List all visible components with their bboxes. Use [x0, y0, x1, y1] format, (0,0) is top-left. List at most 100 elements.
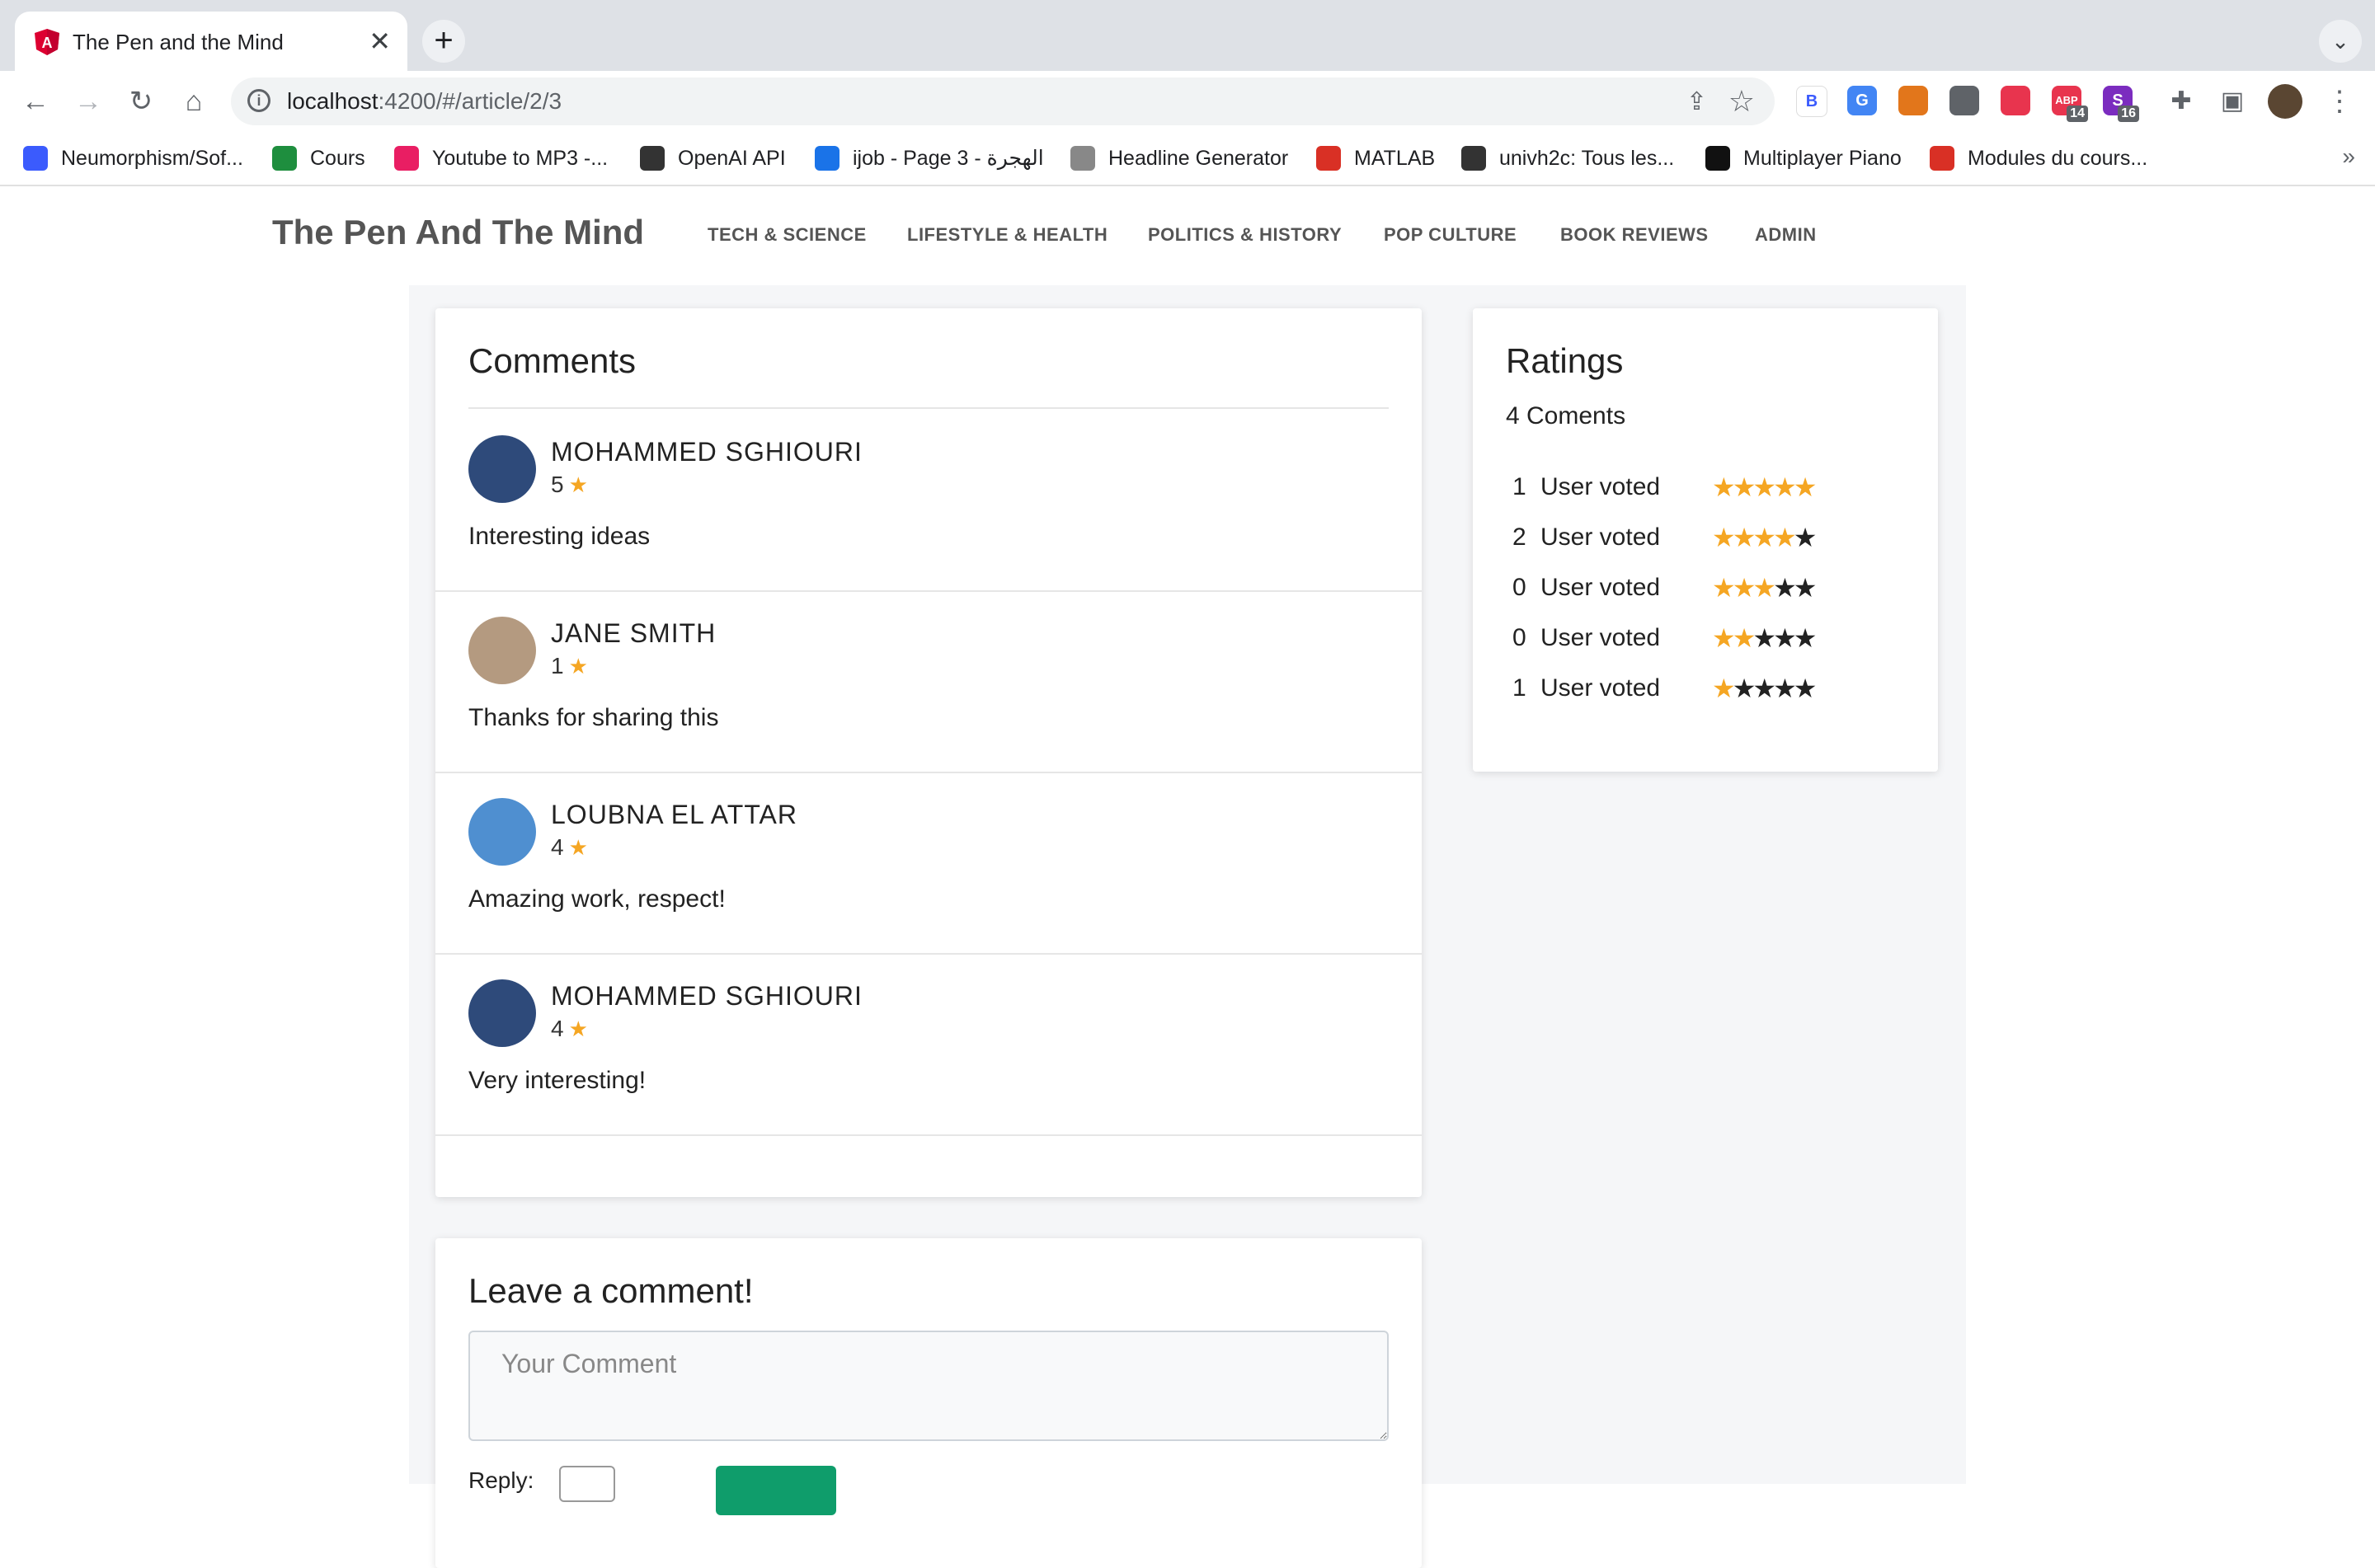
url-text[interactable]: localhost:4200/#/article/2/3 [287, 88, 562, 115]
bookmark-label: Modules du cours... [1968, 146, 2148, 170]
comment-item: LOUBNA EL ATTAR 4 ★ Amazing work, respect… [435, 772, 1422, 955]
star-icon: ★ [568, 1016, 588, 1041]
star-icon: ★ [568, 835, 588, 860]
rating-row: 1 User voted ★★★★★ [1473, 467, 1935, 508]
star-icon: ★ [1773, 674, 1797, 703]
url-path: :4200/#/article/2/3 [378, 88, 562, 114]
star-icon: ★ [1732, 674, 1757, 703]
stars-display: ★★★★★ [1712, 622, 1818, 654]
star-icon: ★ [568, 472, 588, 497]
profile-avatar[interactable] [2268, 84, 2302, 119]
extensions-puzzle-icon[interactable]: ✚ [2162, 82, 2200, 120]
vote-label: User voted [1540, 674, 1661, 702]
extension-badge: 16 [2118, 106, 2139, 122]
star-icon: ★ [1773, 472, 1797, 502]
comment-item: JANE SMITH 1 ★ Thanks for sharing this [435, 590, 1422, 773]
ijob-icon [815, 146, 839, 171]
reload-icon[interactable]: ↻ [122, 82, 160, 120]
comment-textarea[interactable] [468, 1331, 1389, 1441]
reply-select[interactable] [559, 1466, 615, 1502]
share-icon[interactable]: ⇪ [1686, 87, 1707, 116]
bookmark-item[interactable]: Youtube to MP3 -... [394, 143, 608, 173]
bulb-icon [1070, 146, 1095, 171]
b-extension-icon[interactable]: B [1796, 86, 1827, 117]
star-icon: ★ [1793, 573, 1818, 603]
avatar-image [468, 435, 536, 503]
bookmark-label: Youtube to MP3 -... [432, 146, 609, 170]
bookmark-star-icon[interactable]: ☆ [1728, 84, 1755, 119]
site-brand[interactable]: The Pen And The Mind [272, 213, 644, 252]
bookmark-item[interactable]: Multiplayer Piano [1705, 143, 1902, 173]
reply-label: Reply: [468, 1467, 534, 1493]
menu-kebab-icon[interactable]: ⋮ [2321, 82, 2359, 120]
vote-count: 0 [1512, 624, 1526, 651]
vote-count: 2 [1512, 523, 1526, 551]
metamask-extension-icon[interactable] [1898, 86, 1928, 115]
star-icon: ★ [1752, 472, 1776, 502]
stars-display: ★★★★★ [1712, 472, 1818, 503]
tab-search-button[interactable]: ⌄ [2319, 20, 2362, 63]
nav-lifestyle-health[interactable]: LIFESTYLE & HEALTH [907, 224, 1108, 246]
bookmark-item[interactable]: Cours [272, 143, 365, 173]
translate-extension-icon[interactable]: G [1847, 86, 1877, 115]
comments-card: Comments MOHAMMED SGHIOURI 5 ★ Interestin… [435, 308, 1422, 1197]
bookmark-item[interactable]: Headline Generator [1070, 143, 1288, 173]
avatar-image [468, 798, 536, 866]
nav-pop-culture[interactable]: POP CULTURE [1384, 224, 1517, 246]
bookmark-item[interactable]: Modules du cours... [1930, 143, 2147, 173]
avatar [468, 979, 536, 1047]
red-extension-icon[interactable] [2001, 86, 2030, 115]
comment-text: Very interesting! [468, 1067, 647, 1094]
bookmark-item[interactable]: ijob - Page 3 - الهجرة [815, 143, 1044, 173]
star-icon: ★ [1793, 623, 1818, 653]
forward-icon[interactable]: → [69, 82, 107, 120]
rating-row: 1 User voted ★★★★★ [1473, 668, 1935, 709]
submit-button[interactable] [716, 1466, 836, 1515]
new-tab-button[interactable]: + [422, 20, 465, 63]
star-icon: ★ [568, 654, 588, 678]
ratings-list: 1 User voted ★★★★★ 2 User voted ★★★★★ 0 User vo… [1473, 467, 1938, 730]
address-bar[interactable]: i localhost:4200/#/article/2/3 ⇪ ☆ [231, 77, 1775, 125]
abp-extension-icon[interactable]: ABP 14 [2052, 86, 2088, 122]
bookmark-label: Neumorphism/Sof... [61, 146, 243, 170]
bookmark-item[interactable]: MATLAB [1316, 143, 1435, 173]
star-icon: ★ [1793, 472, 1818, 502]
site-info-icon[interactable]: i [247, 89, 270, 112]
comment-rating: 1 ★ [551, 653, 588, 679]
code-extension-icon[interactable] [1949, 86, 1979, 115]
comment-item: MOHAMMED SGHIOURI 5 ★ Interesting ideas [435, 409, 1422, 592]
bookmark-item[interactable]: OpenAI API [640, 143, 786, 173]
nav-admin[interactable]: ADMIN [1755, 224, 1817, 246]
nav-book-reviews[interactable]: BOOK REVIEWS [1560, 224, 1709, 246]
browser-tab[interactable]: A The Pen and the Mind ✕ [15, 12, 407, 71]
avatar-image [468, 617, 536, 684]
star-icon: ★ [1732, 573, 1757, 603]
comment-text: Amazing work, respect! [468, 885, 726, 913]
home-icon[interactable]: ⌂ [175, 82, 213, 120]
ratings-card: Ratings 4 Coments 1 User voted ★★★★★ 2 User … [1473, 308, 1938, 772]
star-icon: ★ [1752, 523, 1776, 552]
back-icon[interactable]: ← [16, 82, 54, 120]
tab-title: The Pen and the Mind [73, 30, 284, 54]
bookmark-item[interactable]: univh2c: Tous les... [1461, 143, 1674, 173]
vote-count: 1 [1512, 674, 1526, 702]
vote-label: User voted [1540, 624, 1661, 651]
close-tab-icon[interactable]: ✕ [369, 25, 391, 58]
comment-author: MOHAMMED SGHIOURI [551, 437, 863, 467]
s-extension-icon[interactable]: S 16 [2103, 86, 2139, 122]
avatar [468, 798, 536, 866]
nav-politics-history[interactable]: POLITICS & HISTORY [1148, 224, 1342, 246]
bookmark-item[interactable]: Neumorphism/Sof... [23, 143, 243, 173]
side-panel-icon[interactable]: ▣ [2213, 82, 2251, 120]
star-icon: ★ [1752, 623, 1776, 653]
download-icon [394, 146, 419, 171]
star-icon: ★ [1732, 472, 1757, 502]
bookmark-label: MATLAB [1354, 146, 1436, 170]
rating-value: 4 [551, 834, 564, 860]
more-bookmarks-icon[interactable]: » [2342, 143, 2355, 170]
vote-count: 1 [1512, 473, 1526, 500]
star-icon: ★ [1773, 573, 1797, 603]
nav-tech-science[interactable]: TECH & SCIENCE [708, 224, 867, 246]
avatar [468, 617, 536, 684]
ratings-count: 4 Coments [1506, 402, 1626, 430]
